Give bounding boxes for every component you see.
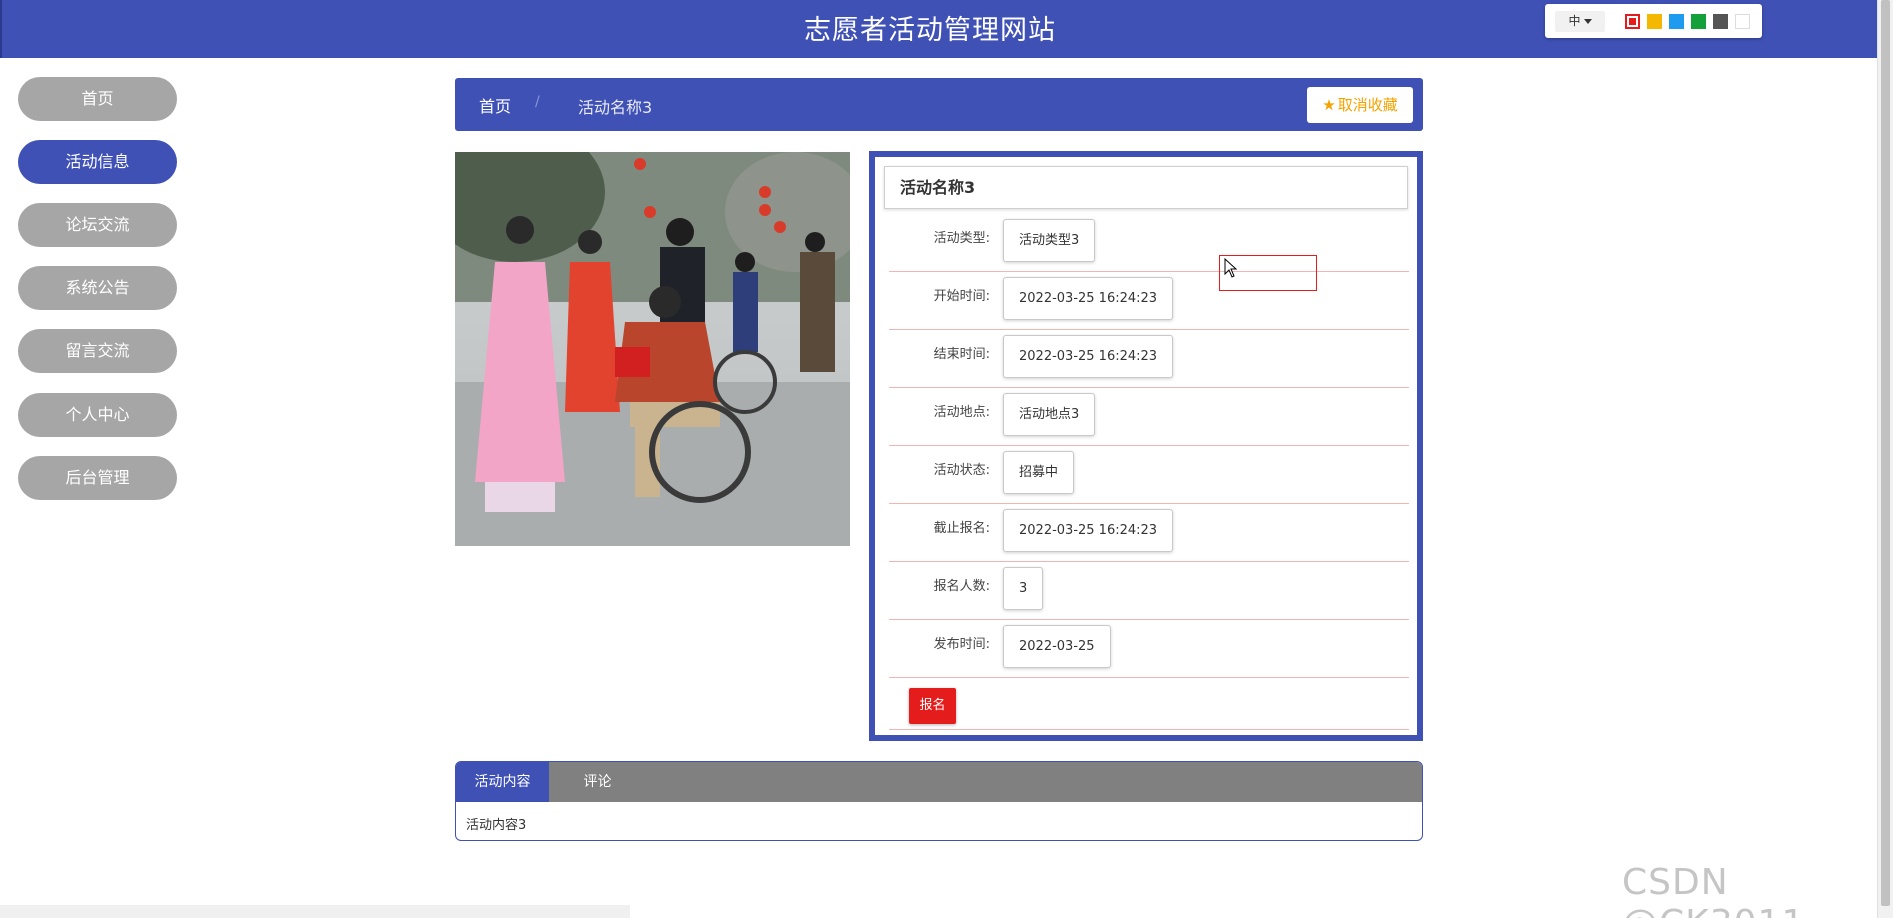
sidebar-item-announcements[interactable]: 系统公告 (18, 266, 177, 310)
detail-row-location: 活动地点: 活动地点3 (889, 388, 1409, 446)
detail-label: 发布时间: (933, 637, 990, 652)
horizontal-scrollbar[interactable] (0, 905, 630, 918)
detail-label: 报名人数: (933, 579, 990, 594)
detail-value: 活动地点3 (1003, 393, 1096, 436)
watermark: CSDN @CK3011 (1622, 862, 1804, 918)
tab-header: 活动内容 评论 (456, 762, 1422, 802)
sidebar-item-admin[interactable]: 后台管理 (18, 456, 177, 500)
detail-value: 2022-03-25 16:24:23 (1003, 335, 1174, 378)
activity-title: 活动名称3 (884, 166, 1408, 209)
detail-row-start-time: 开始时间: 2022-03-25 16:24:23 (889, 272, 1409, 330)
detail-label: 活动类型: (933, 231, 990, 246)
theme-swatch-white[interactable] (1735, 14, 1750, 29)
breadcrumb-home-link[interactable]: 首页 (479, 93, 511, 117)
theme-swatch-blue[interactable] (1669, 14, 1684, 29)
detail-value: 3 (1003, 567, 1044, 610)
content-tabs: 活动内容 评论 活动内容3 (455, 761, 1423, 841)
scrollbar-thumb[interactable] (1881, 0, 1890, 906)
theme-swatch-green[interactable] (1691, 14, 1706, 29)
theme-switcher: 中 (1545, 4, 1762, 38)
theme-swatch-orange[interactable] (1647, 14, 1662, 29)
detail-row-status: 活动状态: 招募中 (889, 446, 1409, 504)
chevron-down-icon (1583, 19, 1592, 24)
activity-detail-panel: 活动名称3 活动类型: 活动类型3 开始时间: 2022-03-25 16:24… (869, 151, 1423, 741)
detail-value: 2022-03-25 (1003, 625, 1111, 668)
language-dropdown[interactable]: 中 (1555, 11, 1605, 32)
breadcrumb-current: 活动名称3 (578, 98, 653, 117)
activity-photo (455, 152, 850, 546)
detail-label: 活动状态: (933, 463, 990, 478)
sidebar-item-home[interactable]: 首页 (18, 77, 177, 121)
detail-row-deadline: 截止报名: 2022-03-25 16:24:23 (889, 504, 1409, 562)
detail-value: 活动类型3 (1003, 219, 1096, 262)
sidebar-item-profile[interactable]: 个人中心 (18, 393, 177, 437)
signup-row: 报名 (889, 678, 1409, 730)
tab-activity-content[interactable]: 活动内容 (456, 762, 549, 802)
sidebar-item-forum[interactable]: 论坛交流 (18, 203, 177, 247)
unfavorite-label: 取消收藏 (1337, 96, 1398, 114)
breadcrumb: 首页 / 活动名称3 ★ 取消收藏 (455, 78, 1423, 131)
detail-row-type: 活动类型: 活动类型3 (889, 214, 1409, 272)
detail-label: 开始时间: (933, 289, 990, 304)
detail-row-end-time: 结束时间: 2022-03-25 16:24:23 (889, 330, 1409, 388)
tab-comments[interactable]: 评论 (549, 762, 646, 802)
detail-value: 2022-03-25 16:24:23 (1003, 277, 1174, 320)
sidebar-item-messages[interactable]: 留言交流 (18, 329, 177, 373)
detail-value: 招募中 (1003, 451, 1075, 494)
tab-content-text: 活动内容3 (466, 818, 527, 833)
unfavorite-button[interactable]: ★ 取消收藏 (1307, 87, 1413, 123)
theme-swatch-red[interactable] (1625, 14, 1640, 29)
signup-button[interactable]: 报名 (909, 688, 956, 724)
sidebar-item-activities[interactable]: 活动信息 (18, 140, 177, 184)
detail-label: 截止报名: (933, 521, 990, 536)
detail-label: 结束时间: (933, 347, 990, 362)
detail-value: 2022-03-25 16:24:23 (1003, 509, 1174, 552)
vertical-scrollbar[interactable] (1877, 0, 1893, 918)
detail-row-publish-time: 发布时间: 2022-03-25 (889, 620, 1409, 678)
mouse-cursor-icon (1224, 258, 1238, 278)
detail-label: 活动地点: (933, 405, 990, 420)
breadcrumb-separator: / (535, 94, 540, 110)
activity-photo-illustration (455, 152, 850, 546)
detail-row-signup-count: 报名人数: 3 (889, 562, 1409, 620)
language-label: 中 (1568, 14, 1581, 28)
top-header: 志愿者活动管理网站 中 (0, 0, 1877, 58)
theme-swatch-dark[interactable] (1713, 14, 1728, 29)
star-icon: ★ (1322, 96, 1336, 114)
